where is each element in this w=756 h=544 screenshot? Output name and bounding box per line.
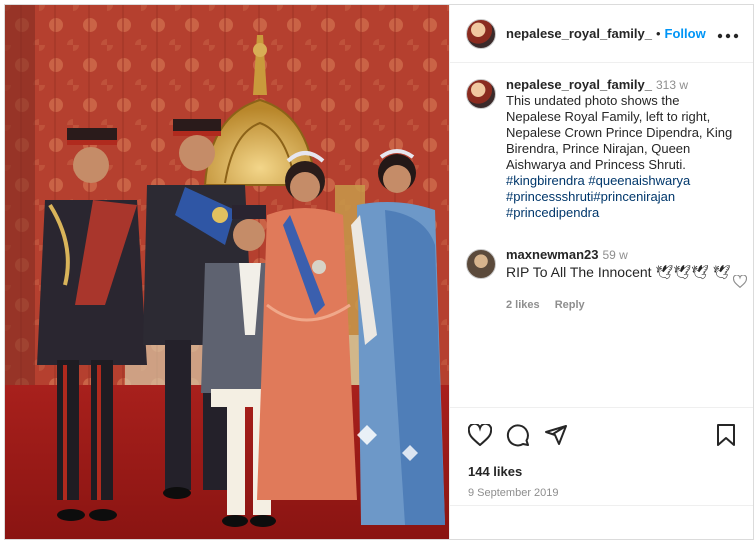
hashtag-line[interactable]: #princedipendra bbox=[506, 205, 737, 221]
comment-time[interactable]: 59 w bbox=[603, 248, 628, 262]
royal-family-photo bbox=[5, 5, 449, 539]
like-button[interactable] bbox=[468, 424, 492, 446]
caption-time[interactable]: 313 w bbox=[656, 78, 688, 92]
comment-button[interactable] bbox=[506, 423, 530, 447]
reply-button[interactable]: Reply bbox=[555, 299, 585, 311]
ellipsis-icon bbox=[717, 33, 739, 39]
share-button[interactable] bbox=[544, 423, 568, 447]
profile-avatar[interactable] bbox=[466, 18, 496, 49]
comment-meta: 2 likes Reply bbox=[506, 297, 737, 313]
comment-icon bbox=[506, 424, 529, 447]
separator-dot: • bbox=[655, 26, 661, 41]
caption-username[interactable]: nepalese_royal_family_ bbox=[506, 77, 652, 92]
more-options-icon[interactable] bbox=[717, 23, 739, 44]
save-button[interactable] bbox=[716, 424, 736, 446]
heart-icon bbox=[732, 274, 748, 289]
post-actions: 144 likes 9 September 2019 bbox=[450, 407, 753, 499]
commenter-avatar[interactable] bbox=[466, 249, 496, 279]
caption-text: This undated photo shows the Nepalese Ro… bbox=[506, 93, 733, 172]
heart-icon bbox=[468, 424, 492, 446]
comments-list[interactable]: nepalese_royal_family_ 313 w This undated… bbox=[450, 63, 753, 403]
action-icons-row bbox=[468, 422, 738, 448]
caption-item: nepalese_royal_family_ 313 w This undated… bbox=[466, 77, 737, 221]
caption-avatar[interactable] bbox=[466, 79, 496, 109]
hashtag-line[interactable]: #kingbirendra #queenaishwarya bbox=[506, 173, 737, 189]
commenter-username[interactable]: maxnewman23 bbox=[506, 247, 599, 262]
add-comment-area[interactable] bbox=[450, 505, 753, 539]
post-header: nepalese_royal_family_ • Follow bbox=[450, 5, 753, 63]
follow-button[interactable]: Follow bbox=[665, 26, 706, 41]
hashtag-line[interactable]: #princessshruti#princenirajan bbox=[506, 189, 737, 205]
likes-count[interactable]: 144 likes bbox=[468, 464, 738, 479]
like-comment-heart-icon[interactable] bbox=[732, 274, 748, 293]
comment-likes[interactable]: 2 likes bbox=[506, 299, 540, 311]
post-dialog: nepalese_royal_family_ • Follow nepalese… bbox=[4, 4, 754, 540]
post-photo[interactable] bbox=[5, 5, 449, 539]
post-sidebar: nepalese_royal_family_ • Follow nepalese… bbox=[449, 5, 753, 539]
post-date[interactable]: 9 September 2019 bbox=[468, 487, 738, 499]
share-icon bbox=[545, 425, 567, 445]
comment-item: maxnewman23 59 w RIP To All The Innocent … bbox=[466, 247, 748, 313]
bookmark-icon bbox=[717, 424, 735, 446]
header-username[interactable]: nepalese_royal_family_ bbox=[506, 26, 652, 41]
comment-text: RIP To All The Innocent 🕊🕊🕊 🕊 bbox=[506, 264, 731, 280]
